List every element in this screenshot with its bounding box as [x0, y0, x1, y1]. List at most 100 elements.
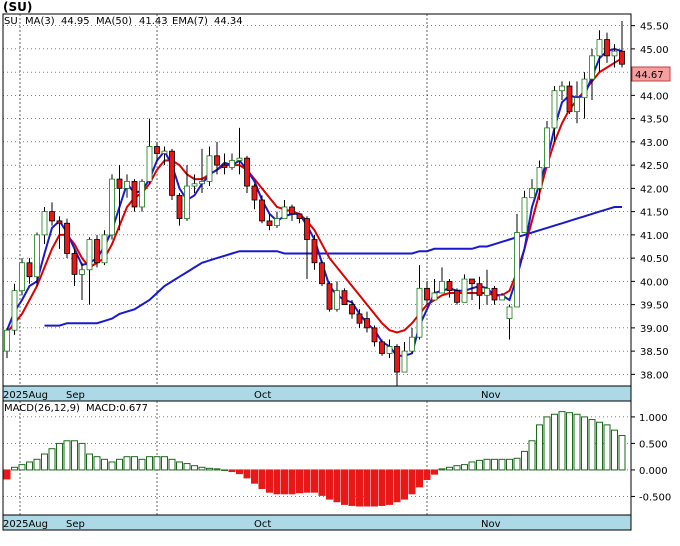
candle-body [364, 318, 370, 329]
price-tick-label: 43.00 [640, 138, 669, 149]
candle-body [439, 280, 445, 294]
macd-tick-label: 0.000 [639, 466, 668, 477]
macd-bar [431, 469, 438, 475]
macd-bar [221, 469, 228, 471]
price-tick-label: 44.00 [640, 91, 669, 102]
macd-bar [611, 429, 618, 471]
candle-body [296, 213, 303, 219]
candle-body [41, 211, 48, 236]
macd-bar [408, 469, 416, 495]
macd-bar [386, 469, 393, 505]
candle-body [139, 180, 145, 208]
candle-body [551, 90, 558, 129]
candle-body [356, 313, 363, 324]
date-label: Sep [66, 519, 85, 530]
candle-body [109, 178, 115, 236]
candle-body [416, 287, 423, 338]
macd-value: MACD:0.677 [86, 403, 148, 414]
candle-body [281, 206, 288, 220]
candle-body [259, 199, 265, 222]
macd-tick-label: -0.500 [639, 492, 671, 503]
candle-body [4, 329, 10, 352]
candle-body [506, 306, 513, 319]
candle-body [499, 294, 505, 301]
candle-body [154, 146, 160, 154]
macd-bar [311, 469, 318, 493]
candle-body [611, 50, 618, 57]
macd-bar [371, 469, 378, 507]
macd-bar [281, 469, 288, 495]
candle-body [604, 39, 610, 57]
macd-bar [341, 469, 348, 505]
macd-legend: MACD(26,12,9) MACD:0.677 [4, 403, 148, 414]
macd-bar [596, 421, 603, 471]
macd-bar [3, 469, 11, 480]
macd-bar [228, 469, 236, 473]
macd-bar [266, 469, 273, 493]
legend-ma3-label: MA(3) [25, 16, 55, 27]
macd-bar [86, 453, 93, 471]
macd-bar [131, 456, 138, 471]
legend-ticker: SU [4, 16, 18, 27]
macd-bar [273, 469, 281, 495]
macd-bar [191, 465, 198, 471]
candle-body [401, 350, 408, 373]
candle-body [244, 157, 250, 187]
candle-body [124, 180, 130, 189]
candle-body [424, 287, 430, 301]
macd-bar [476, 459, 483, 471]
macd-bar [506, 458, 513, 471]
macd-bar [78, 442, 86, 471]
candle-body [79, 269, 85, 275]
price-tick-label: 43.50 [640, 115, 669, 126]
macd-bar [33, 458, 41, 471]
candle-body [469, 278, 475, 285]
candle-body [34, 234, 40, 278]
macd-bar [618, 434, 626, 471]
macd-bar [363, 469, 371, 507]
last-price-value: 44.67 [635, 70, 664, 81]
candle-body [559, 85, 565, 92]
macd-axis: 1.000 0.500 0.000 -0.500 [631, 413, 671, 503]
macd-bar [491, 458, 498, 471]
candle-body [304, 218, 310, 240]
macd-bar [198, 466, 206, 471]
macd-bar [483, 458, 491, 471]
macd-bar [401, 469, 408, 500]
candle-body [619, 50, 625, 65]
macd-bar [348, 469, 356, 506]
candle-body [169, 150, 175, 196]
macd-bar [453, 465, 461, 471]
macd-bar [303, 469, 311, 493]
macd-bar [551, 413, 558, 471]
macd-bar [513, 457, 521, 471]
macd-bar [521, 450, 528, 471]
candle-body [529, 187, 535, 199]
candle-body [454, 290, 460, 303]
price-tick-label: 38.00 [640, 370, 669, 381]
candle-body [341, 290, 348, 306]
candle-body [536, 167, 543, 189]
macd-bar [108, 461, 116, 471]
price-tick-label: 42.50 [640, 161, 669, 172]
candle-body [581, 78, 588, 99]
macd-params: MACD(26,12,9) [4, 403, 80, 414]
macd-bar [251, 469, 258, 484]
legend-ema7-value: 44.34 [214, 16, 243, 27]
candle-body [544, 127, 550, 168]
macd-bar [558, 411, 566, 471]
macd-bar [296, 469, 303, 494]
price-tick-label: 42.00 [640, 184, 669, 195]
macd-bar [288, 469, 296, 495]
price-tick-label: 41.50 [640, 208, 669, 219]
macd-bar [461, 464, 468, 471]
legend-ema7-label: EMA(7) [172, 16, 208, 27]
price-tick-label: 45.50 [640, 22, 669, 33]
price-tick-label: 38.50 [640, 347, 669, 358]
chart-symbol: (SU) [3, 0, 32, 14]
candle-body [446, 280, 453, 292]
date-label: 2025Aug [3, 390, 48, 401]
candle-body [49, 211, 55, 222]
candle-body [379, 341, 385, 354]
candle-body [71, 253, 78, 275]
